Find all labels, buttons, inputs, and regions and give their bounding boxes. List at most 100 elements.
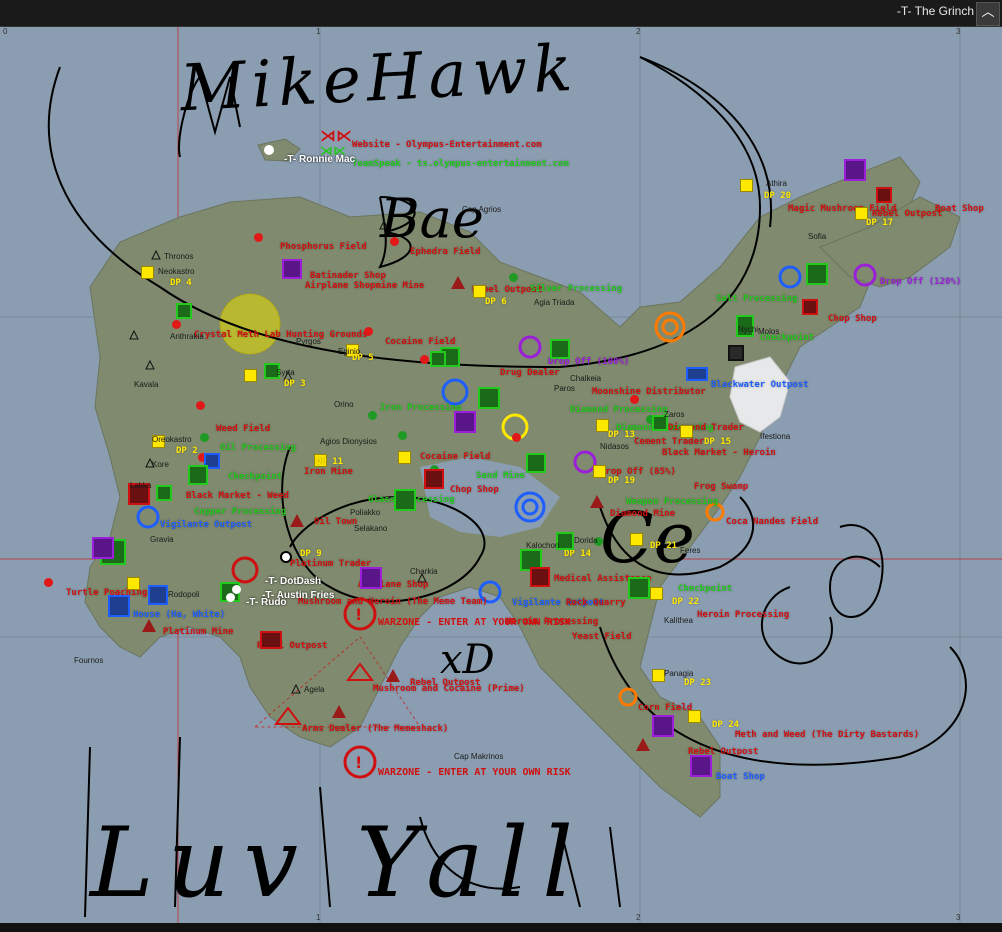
poi-label: Rock Quarry	[566, 598, 626, 608]
poi-label: Yeast Field	[572, 632, 632, 642]
map-canvas[interactable]: ! ! 0 1 2 3 1 2 3 MikeHawk Bae Ce xD Luv…	[0, 27, 1002, 923]
town-label: Nychi	[738, 325, 759, 334]
town-label: Neokastro	[158, 267, 195, 276]
town-label: Rodopoli	[168, 590, 200, 599]
player-marker[interactable]	[226, 593, 235, 602]
collapse-button[interactable]: ︿	[976, 2, 1000, 26]
player-name: -T- DotDash	[265, 576, 322, 587]
town-label: Kavala	[134, 380, 159, 389]
town-label: Molos	[758, 327, 780, 336]
town-label: Agela	[304, 685, 325, 694]
poi-label: Weapon Processing	[626, 497, 719, 507]
poi-label: Platinum Mine	[163, 627, 234, 637]
poi-label: Boat Shop	[935, 204, 984, 214]
poi-label: Ephedra Field	[410, 247, 481, 257]
processing-icon	[550, 339, 570, 359]
dp-label: DP 20	[764, 191, 792, 201]
delivery-point-marker	[244, 369, 257, 382]
poi-label: Arms Dealer (The Memeshack)	[302, 724, 449, 734]
poi-label: TeamSpeak - ts.olympus-entertainment.com	[352, 159, 569, 169]
poi-label: Meth and Weed (The Dirty Bastards)	[735, 730, 920, 740]
town-label: Selakano	[354, 524, 388, 533]
dp-label: DP 21	[650, 541, 678, 551]
poi-label: House (Ha, White)	[133, 610, 226, 620]
town-label: Sofia	[808, 232, 827, 241]
outpost-icon	[148, 585, 168, 605]
processing-icon	[806, 263, 828, 285]
processing-icon	[156, 485, 172, 501]
delivery-point-marker	[680, 425, 693, 438]
dp-label: DP 2	[176, 446, 198, 456]
town-label: Panagia	[664, 669, 694, 678]
dp-label: DP 4	[170, 278, 192, 288]
poi-label: Black Market - Heroin	[662, 448, 776, 458]
field-dot	[364, 327, 373, 336]
shop-icon	[844, 159, 866, 181]
town-label: Pyrgos	[296, 337, 321, 346]
town-label: Poliakko	[350, 508, 381, 517]
outpost-icon	[424, 469, 444, 489]
shop-icon	[690, 755, 712, 777]
dp-label: DP 24	[712, 720, 740, 730]
poi-label: Iron Processing	[380, 403, 462, 413]
town-label: Charkia	[410, 567, 438, 576]
grid-number: 0	[3, 27, 8, 36]
poi-label: Vigilante Outpost	[160, 520, 253, 530]
poi-label: Cocaine Field	[385, 337, 456, 347]
shop-icon	[652, 715, 674, 737]
warzone-label: WARZONE - ENTER AT YOUR OWN RISK	[378, 767, 571, 778]
processing-icon	[478, 387, 500, 409]
field-dot	[196, 401, 205, 410]
shop-icon	[92, 537, 114, 559]
processing-icon	[430, 351, 446, 367]
outpost-icon	[686, 367, 708, 381]
processing-dot	[398, 431, 407, 440]
town-label: Syrta	[276, 368, 295, 377]
town-label: Kalithea	[664, 616, 693, 625]
poi-label: Black Market - Weed	[186, 491, 289, 501]
delivery-point-marker	[688, 710, 701, 723]
poi-label: Oil Processing	[220, 443, 296, 453]
town-label: Agia Triada	[534, 298, 575, 307]
town-label: Cap Agrios	[462, 205, 502, 214]
top-bar: -T- The Grinch ︿	[0, 0, 1002, 27]
grid-number: 3	[956, 27, 961, 36]
poi-label: Batinader Shop	[310, 271, 386, 281]
field-dot	[172, 320, 181, 329]
town-label: Kore	[152, 460, 169, 469]
processing-dot	[368, 411, 377, 420]
dp-label: DP 14	[564, 549, 592, 559]
field-dot	[420, 355, 429, 364]
player-name: -T- Rudo	[246, 597, 287, 608]
dp-label: DP 3	[284, 379, 306, 389]
poi-label: Checkpoint	[228, 472, 283, 482]
processing-icon	[188, 465, 208, 485]
delivery-point-marker	[127, 577, 140, 590]
town-label: Paros	[554, 384, 575, 393]
player-marker[interactable]	[264, 145, 274, 155]
chevron-up-icon: ︿	[981, 5, 995, 20]
player-marker[interactable]	[280, 551, 292, 563]
poi-label: Corn Field	[638, 703, 693, 713]
poi-label: Frog Swamp	[694, 482, 749, 492]
poi-label: Cement Trader	[634, 437, 705, 447]
poi-label: Crystal Meth Lab Hunting Grounds	[194, 330, 368, 340]
town-label: Athira	[766, 179, 787, 188]
poi-label: Cocaine Field	[420, 452, 491, 462]
delivery-point-marker	[593, 465, 606, 478]
dp-label: DP 11	[316, 457, 344, 467]
poi-label: Website - Olympus-Entertainment.com	[352, 140, 542, 150]
poi-label: Coca Nandes Field	[726, 517, 819, 527]
town-label: Feres	[680, 546, 701, 555]
dp-label: DP 9	[300, 549, 322, 559]
dp-label: DP 13	[608, 430, 636, 440]
poi-label: Chop Shop	[450, 485, 499, 495]
poi-label: Diamond Mine	[610, 509, 676, 519]
poi-label: Chop Shop	[828, 314, 877, 324]
poi-label: Salt Processing	[716, 294, 798, 304]
scribble-xd-text: xD	[440, 637, 495, 683]
town-label: Thronos	[164, 252, 194, 261]
delivery-point-marker	[740, 179, 753, 192]
outpost-icon	[728, 345, 744, 361]
player-marker[interactable]	[232, 585, 241, 594]
